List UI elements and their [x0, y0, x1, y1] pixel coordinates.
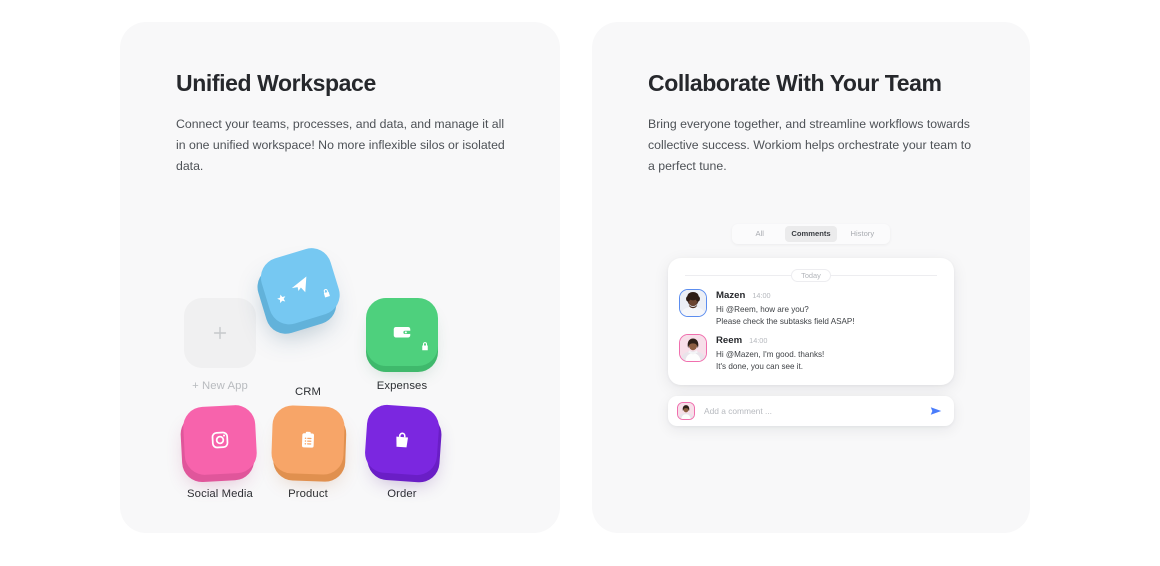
- chat-timestamp: 14:00: [752, 291, 771, 300]
- avatar-mazen[interactable]: [679, 289, 707, 317]
- avatar-reem[interactable]: [679, 334, 707, 362]
- app-grid: + New App CRM Expenses Social Media Prod…: [152, 243, 528, 516]
- date-divider-label: Today: [791, 268, 831, 282]
- order-tile-surface: [363, 403, 441, 477]
- lock-icon: [323, 289, 330, 298]
- chat-message-list: Today Mazen 14:00 Hi @Reem, how are you?…: [668, 258, 954, 385]
- tile-visual: [363, 403, 441, 478]
- tile-visual: [366, 298, 438, 370]
- chat-timestamp: 14:00: [749, 336, 768, 345]
- star-icon: [277, 294, 286, 304]
- chat-mockup: All Comments History Today Mazen 14:00 H…: [668, 224, 954, 426]
- paper-plane-icon: [291, 276, 307, 293]
- comment-input[interactable]: [704, 406, 920, 416]
- chat-message-line: Hi @Reem, how are you?: [716, 305, 809, 314]
- app-tile-label: Product: [288, 488, 328, 500]
- expenses-tile-surface: [366, 298, 438, 366]
- shopping-bag-icon: [396, 432, 409, 448]
- send-icon[interactable]: [929, 404, 943, 418]
- crm-tile-surface: [255, 243, 345, 330]
- chat-message-line: Please check the subtasks field ASAP!: [716, 316, 855, 326]
- app-tile-label: Order: [387, 488, 417, 500]
- avatar-image: [680, 335, 706, 361]
- app-tile-product[interactable]: Product: [256, 404, 360, 500]
- chat-message: Mazen 14:00 Hi @Reem, how are you? Pleas…: [679, 289, 943, 327]
- wallet-icon: [393, 326, 412, 338]
- right-card-body: Bring everyone together, and streamline …: [648, 117, 972, 173]
- plus-icon: [213, 326, 227, 340]
- tile-visual: [184, 298, 256, 370]
- app-tile-label: Expenses: [376, 380, 428, 392]
- camera-icon: [211, 431, 229, 449]
- tile-visual: [182, 404, 258, 478]
- chat-message-body: Reem 14:00 Hi @Mazen, I'm good. thanks! …: [716, 334, 824, 372]
- social-media-tile-surface: [182, 404, 258, 476]
- chat-tabbar: All Comments History: [732, 224, 890, 244]
- app-tile-label: CRM: [294, 386, 322, 398]
- chat-author-name: Reem: [716, 335, 743, 346]
- chat-message-header: Reem 14:00: [716, 335, 824, 346]
- clipboard-list-icon: [301, 431, 314, 448]
- app-tile-order[interactable]: Order: [350, 403, 454, 500]
- chat-message-body: Mazen 14:00 Hi @Reem, how are you? Pleas…: [716, 289, 855, 327]
- app-tile-crm[interactable]: CRM: [255, 243, 360, 398]
- date-divider: Today: [679, 268, 943, 282]
- chat-author-name: Mazen: [716, 290, 746, 301]
- chat-message-header: Mazen 14:00: [716, 290, 855, 301]
- chat-message: Reem 14:00 Hi @Mazen, I'm good. thanks! …: [679, 334, 943, 372]
- new-app-tile-surface: [184, 298, 256, 368]
- tile-visual: [255, 243, 345, 370]
- lock-icon: [422, 342, 428, 351]
- left-card-body: Connect your teams, processes, and data,…: [176, 117, 505, 173]
- avatar-image: [680, 290, 706, 316]
- chat-message-line: Hi @Mazen, I'm good. thanks!: [716, 350, 825, 359]
- chat-message-line: It's done, you can see it.: [716, 361, 804, 371]
- product-tile-surface: [270, 404, 346, 476]
- right-card-heading: Collaborate With Your Team: [648, 70, 942, 96]
- tab-history[interactable]: History: [837, 226, 888, 242]
- comment-composer[interactable]: [668, 396, 954, 426]
- app-tile-expenses[interactable]: Expenses: [350, 298, 454, 392]
- page-root: Unified Workspace Connect your teams, pr…: [0, 0, 1160, 566]
- unified-workspace-card: Unified Workspace Connect your teams, pr…: [120, 22, 560, 533]
- tab-comments[interactable]: Comments: [785, 226, 837, 242]
- tab-all[interactable]: All: [734, 226, 785, 242]
- avatar-reem-small: [677, 402, 695, 420]
- tile-visual: [270, 404, 346, 478]
- collaborate-card: Collaborate With Your Team Bring everyon…: [592, 22, 1030, 533]
- avatar-image: [678, 403, 694, 419]
- left-card-heading: Unified Workspace: [176, 70, 376, 96]
